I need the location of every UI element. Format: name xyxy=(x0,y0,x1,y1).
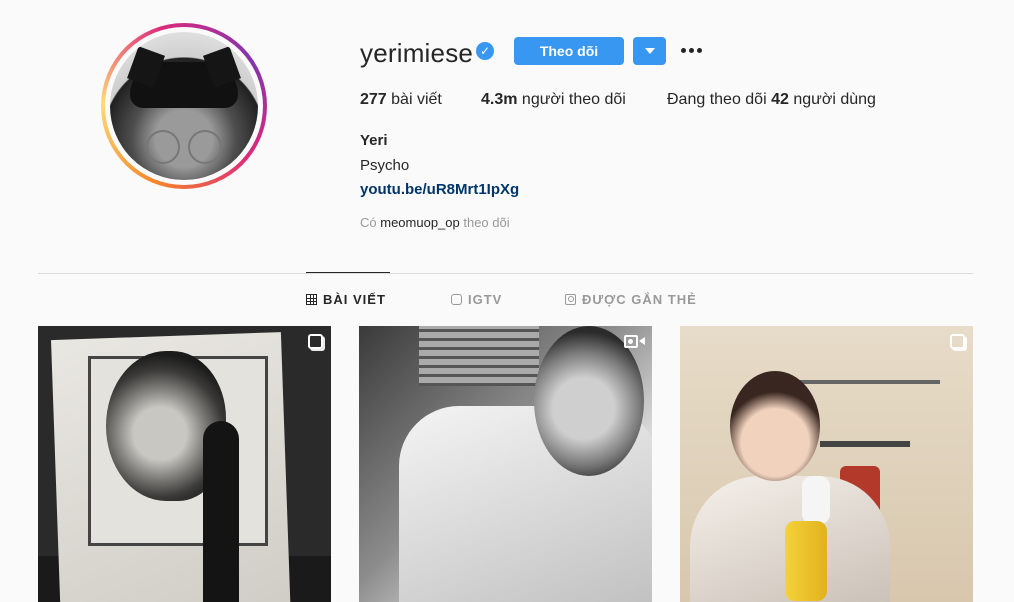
tag-icon xyxy=(565,294,576,305)
dot-icon xyxy=(696,47,702,53)
tab-posts[interactable]: BÀI VIẾT xyxy=(306,292,386,307)
profile-full-name: Yeri xyxy=(360,132,388,149)
active-tab-indicator xyxy=(306,272,390,273)
follow-button[interactable]: Theo dõi xyxy=(514,37,624,65)
profile-username: yerimiese xyxy=(360,38,474,68)
post-thumbnail[interactable] xyxy=(359,326,652,602)
following-count-stat[interactable]: Đang theo dõi 42 người dùng xyxy=(667,91,876,109)
suggestions-dropdown-button[interactable] xyxy=(633,37,666,65)
profile-bio: Psycho xyxy=(360,157,410,174)
carousel-icon xyxy=(308,334,323,349)
verified-badge-icon: ✓ xyxy=(476,42,494,60)
followed-by-user-link[interactable]: meomuop_op xyxy=(380,215,460,230)
grid-icon xyxy=(306,294,317,305)
followers-count-stat[interactable]: 4.3m người theo dõi xyxy=(481,91,626,109)
tab-tagged[interactable]: ĐƯỢC GẮN THẺ xyxy=(565,292,697,307)
post-thumbnail[interactable] xyxy=(680,326,973,602)
profile-website-link[interactable]: youtu.be/uR8Mrt1IpXg xyxy=(360,181,519,198)
dot-icon xyxy=(688,47,694,53)
video-icon xyxy=(624,335,645,348)
more-options-button[interactable] xyxy=(678,38,704,62)
dot-icon xyxy=(680,47,686,53)
chevron-down-icon xyxy=(644,48,655,54)
carousel-icon xyxy=(950,334,965,349)
post-thumbnail[interactable] xyxy=(38,326,331,602)
tv-icon xyxy=(451,294,462,305)
profile-avatar[interactable] xyxy=(101,23,267,189)
tab-igtv[interactable]: IGTV xyxy=(451,292,502,307)
avatar-image xyxy=(110,32,258,180)
posts-count-stat: 277 bài viết xyxy=(360,91,442,108)
tabs-divider xyxy=(38,273,973,274)
followed-by-text: Có meomuop_op theo dõi xyxy=(360,215,510,230)
